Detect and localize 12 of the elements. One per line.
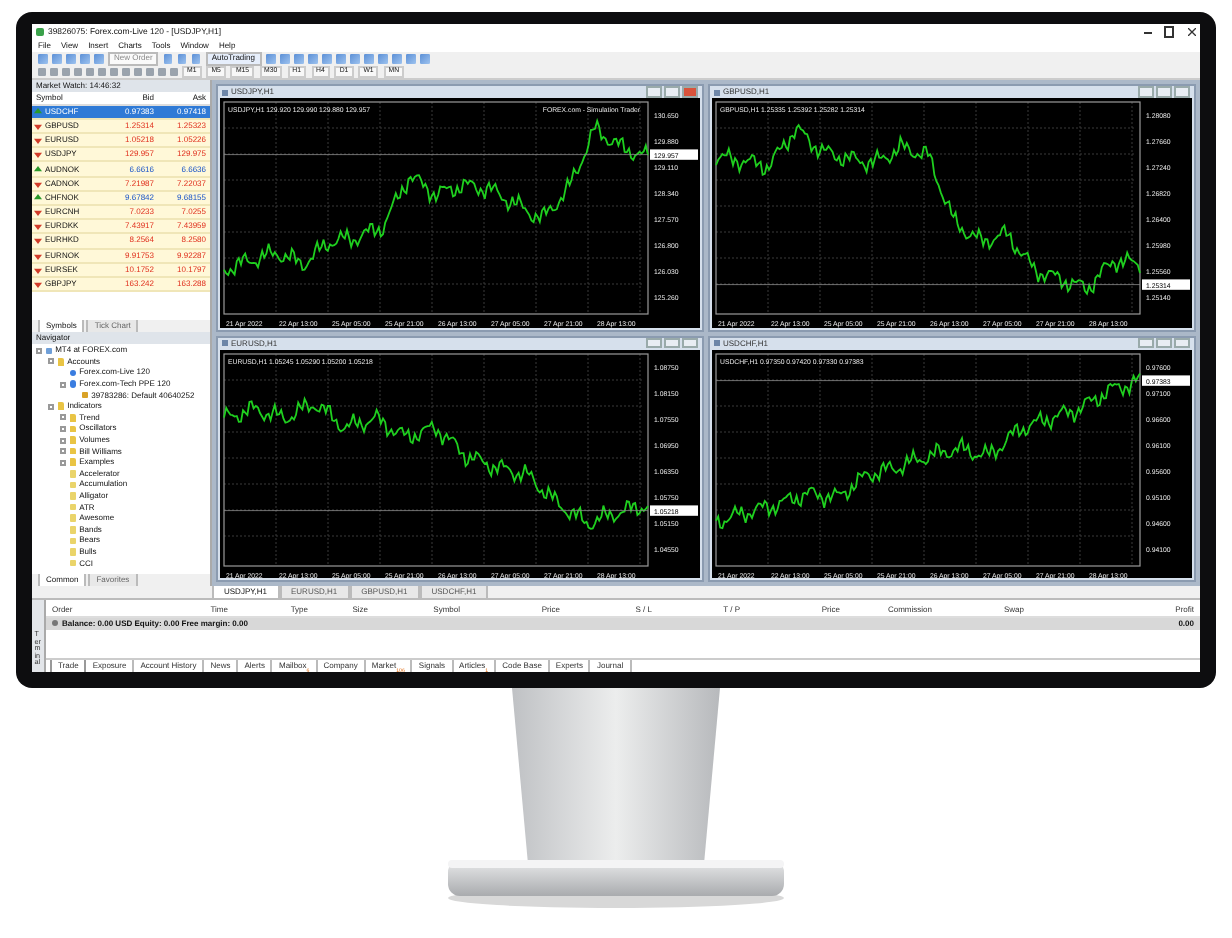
chart-icon: [222, 340, 228, 346]
chart-icon: [714, 89, 720, 95]
close-icon[interactable]: [1186, 27, 1196, 37]
chart-icon: [222, 89, 228, 95]
maximize-icon[interactable]: [1164, 27, 1174, 37]
app-icon: [36, 28, 44, 36]
expander-icon[interactable]: [60, 381, 66, 388]
balance-icon: [52, 620, 58, 627]
user-icon: [81, 391, 89, 399]
folder-icon: [57, 358, 65, 366]
chart-icon: [714, 340, 720, 346]
terminal-icon: [45, 347, 53, 355]
